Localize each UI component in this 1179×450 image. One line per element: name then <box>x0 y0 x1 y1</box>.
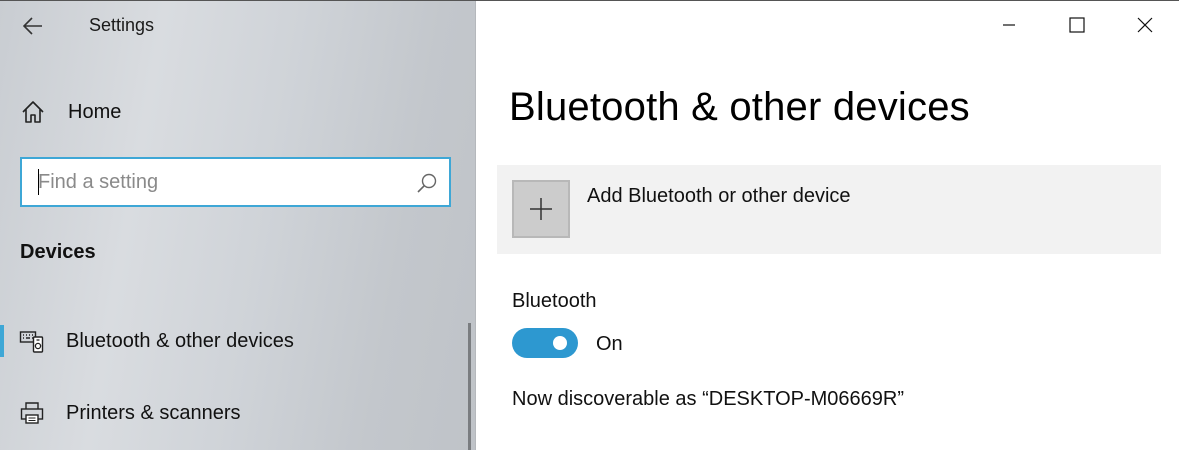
search-field[interactable] <box>20 157 451 207</box>
maximize-button[interactable] <box>1043 1 1111 49</box>
toggle-state-label: On <box>596 333 623 355</box>
minimize-button[interactable] <box>975 1 1043 49</box>
toggle-knob <box>553 336 567 350</box>
close-icon <box>1137 17 1153 33</box>
plus-icon <box>530 198 552 220</box>
active-indicator <box>0 325 4 357</box>
bluetooth-toggle[interactable] <box>512 328 578 358</box>
settings-window: Settings Home Devices <box>0 0 1179 450</box>
back-arrow-icon <box>23 17 42 35</box>
add-tile <box>512 180 570 238</box>
discoverable-text: Now discoverable as “DESKTOP-M06669R” <box>512 388 905 410</box>
sidebar-item-label: Printers & scanners <box>66 401 241 424</box>
window-controls <box>975 1 1179 49</box>
search-input[interactable] <box>38 167 398 197</box>
close-button[interactable] <box>1111 1 1179 49</box>
page-title: Bluetooth & other devices <box>509 85 970 129</box>
printer-icon <box>20 402 44 424</box>
section-title: Devices <box>20 241 96 263</box>
main-content: Bluetooth & other devices Add Bluetooth … <box>476 1 1179 450</box>
home-icon <box>22 101 44 123</box>
maximize-icon <box>1069 17 1085 33</box>
sidebar-item-label: Bluetooth & other devices <box>66 329 294 352</box>
sidebar-scrollbar[interactable] <box>468 323 471 450</box>
sidebar-item-home-label: Home <box>68 100 122 123</box>
app-title: Settings <box>89 15 155 35</box>
bluetooth-devices-icon <box>19 331 44 353</box>
back-button[interactable] <box>18 11 48 41</box>
sidebar-item-bluetooth[interactable]: Bluetooth & other devices <box>0 319 470 363</box>
add-device-label: Add Bluetooth or other device <box>587 185 851 207</box>
search-icon[interactable] <box>415 171 439 195</box>
sidebar-item-home[interactable]: Home <box>20 95 121 129</box>
bluetooth-label: Bluetooth <box>512 290 597 312</box>
sidebar: Settings Home Devices <box>0 1 476 450</box>
minimize-icon <box>1003 24 1015 26</box>
add-device-button[interactable]: Add Bluetooth or other device <box>497 165 1161 254</box>
sidebar-item-printers[interactable]: Printers & scanners <box>0 391 470 435</box>
